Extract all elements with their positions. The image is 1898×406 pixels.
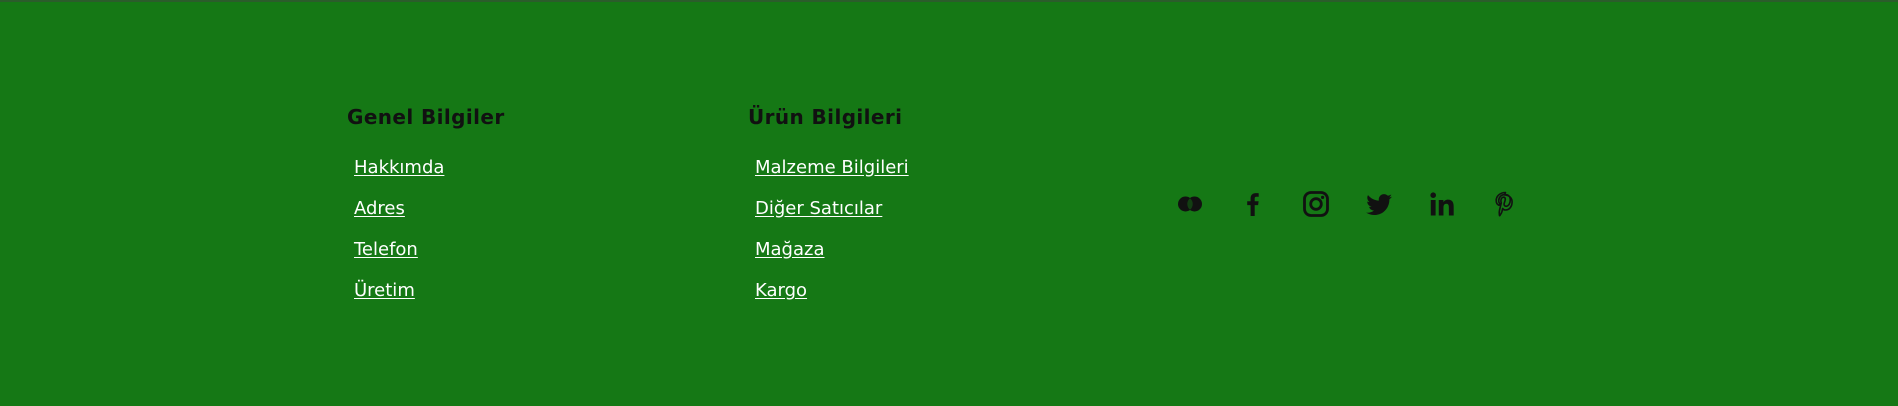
- list-item: Diğer Satıcılar: [755, 196, 909, 237]
- link-list-product: Malzeme Bilgileri Diğer Satıcılar Mağaza…: [748, 155, 909, 319]
- footer-column-general: Genel Bilgiler Hakkımda Adres Telefon Ür…: [347, 105, 505, 319]
- list-item: Hakkımda: [354, 155, 505, 196]
- twitter-icon[interactable]: [1362, 187, 1395, 220]
- instagram-icon[interactable]: [1299, 187, 1332, 220]
- link-production[interactable]: Üretim: [354, 280, 415, 301]
- facebook-icon[interactable]: [1236, 187, 1269, 220]
- column-title-general: Genel Bilgiler: [347, 105, 505, 129]
- pinterest-icon[interactable]: [1488, 187, 1521, 220]
- footer-column-product: Ürün Bilgileri Malzeme Bilgileri Diğer S…: [748, 105, 909, 319]
- list-item: Malzeme Bilgileri: [755, 155, 909, 196]
- list-item: Telefon: [354, 237, 505, 278]
- link-other-sellers[interactable]: Diğer Satıcılar: [755, 198, 882, 219]
- link-address[interactable]: Adres: [354, 198, 405, 219]
- list-item: Kargo: [755, 278, 909, 319]
- link-shipping[interactable]: Kargo: [755, 280, 807, 301]
- social-links: [1173, 187, 1521, 220]
- linkedin-icon[interactable]: [1425, 187, 1458, 220]
- link-about[interactable]: Hakkımda: [354, 157, 444, 178]
- link-store[interactable]: Mağaza: [755, 239, 825, 260]
- column-title-product: Ürün Bilgileri: [748, 105, 903, 129]
- link-material-info[interactable]: Malzeme Bilgileri: [755, 157, 909, 178]
- link-phone[interactable]: Telefon: [354, 239, 418, 260]
- list-item: Üretim: [354, 278, 505, 319]
- site-footer: Genel Bilgiler Hakkımda Adres Telefon Ür…: [0, 0, 1898, 406]
- list-item: Mağaza: [755, 237, 909, 278]
- flickr-icon[interactable]: [1173, 187, 1206, 220]
- list-item: Adres: [354, 196, 505, 237]
- link-list-general: Hakkımda Adres Telefon Üretim: [347, 155, 505, 319]
